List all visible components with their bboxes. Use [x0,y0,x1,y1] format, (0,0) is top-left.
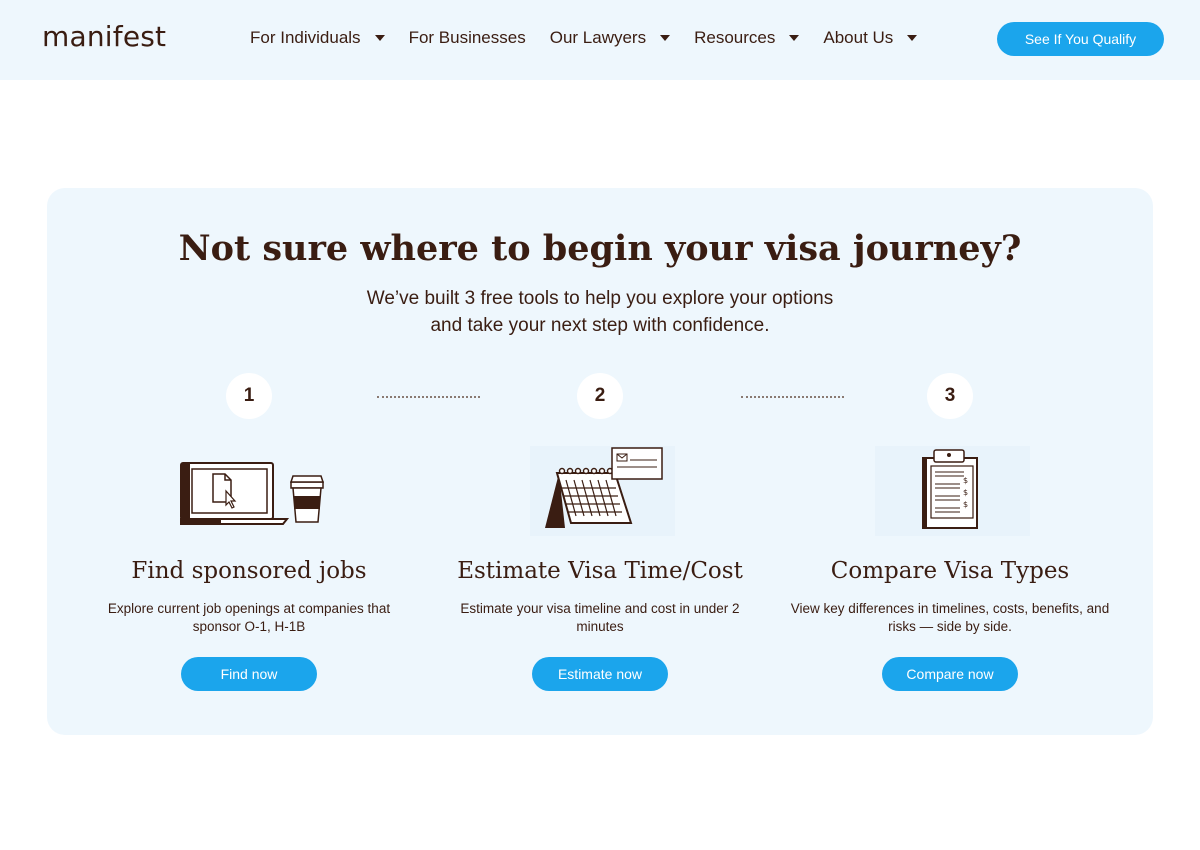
estimate-now-button[interactable]: Estimate now [532,657,668,691]
step-number-2: 2 [577,373,623,419]
nav-item-about-us[interactable]: About Us [823,28,918,48]
nav-item-label: Our Lawyers [549,28,647,47]
page-subtitle: We’ve built 3 free tools to help you exp… [366,288,834,336]
svg-text:$: $ [963,500,968,509]
svg-text:$: $ [963,476,968,485]
nav-item-label: For Individuals [250,28,361,47]
tool-title: Estimate Visa Time/Cost [457,558,743,584]
svg-text:$: $ [963,488,968,497]
page-title: Not sure where to begin your visa journe… [178,228,1022,269]
tool-description: View key differences in timelines, costs… [790,601,1110,634]
site-header: manifest For Individuals For Businesses … [0,0,1200,80]
tool-title: Find sponsored jobs [131,558,367,584]
tool-card-estimate: Estimate Visa Time/Cost Estimate your vi… [440,446,760,691]
find-now-button[interactable]: Find now [181,657,317,691]
tool-title: Compare Visa Types [830,558,1070,584]
clipboard-icon: $ $ $ [870,446,1030,536]
caret-down-icon [660,35,671,41]
nav-item-our-lawyers[interactable]: Our Lawyers [549,28,671,48]
see-if-you-qualify-button[interactable]: See If You Qualify [997,22,1164,56]
tool-description: Explore current job openings at companie… [107,601,391,634]
nav-item-for-individuals[interactable]: For Individuals [250,28,385,48]
step-connector [377,396,480,398]
nav-item-label: Resources [694,28,776,47]
laptop-coffee-icon [169,446,329,536]
nav-item-for-businesses[interactable]: For Businesses [409,28,526,48]
tool-card-compare: $ $ $ Compare Visa Types View key differen… [790,446,1110,691]
main-nav: For Individuals For Businesses Our Lawye… [250,28,918,48]
calendar-icon [520,446,680,536]
nav-item-resources[interactable]: Resources [694,28,800,48]
tool-description: Estimate your visa timeline and cost in … [460,601,740,634]
tool-card-find-jobs: Find sponsored jobs Explore current job … [89,446,409,691]
nav-item-label: About Us [823,28,894,47]
logo[interactable]: manifest [42,20,166,53]
step-number-1: 1 [226,373,272,419]
step-connector [741,396,844,398]
caret-down-icon [789,35,800,41]
caret-down-icon [907,35,918,41]
caret-down-icon [374,35,385,41]
tools-panel: Not sure where to begin your visa journe… [47,188,1153,735]
step-number-3: 3 [927,373,973,419]
compare-now-button[interactable]: Compare now [882,657,1018,691]
nav-item-label: For Businesses [408,28,526,47]
